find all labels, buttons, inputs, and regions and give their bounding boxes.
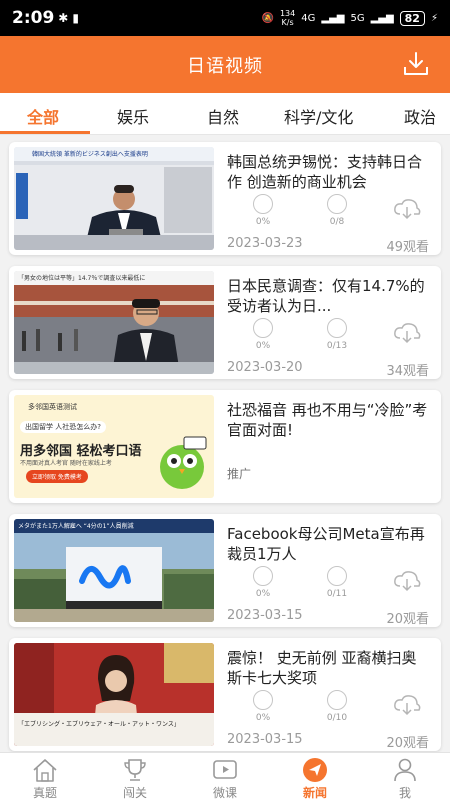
ad-subtext: 不用面对真人考官 随时在家线上考 — [20, 460, 112, 467]
signal-icon: ▂▄▆ — [321, 12, 345, 24]
download-icon[interactable] — [402, 50, 430, 78]
stat-practice: 0/11 — [317, 566, 357, 599]
mic-icon — [327, 690, 347, 710]
owl-mascot-icon — [160, 436, 207, 489]
view-count: 34观看 — [386, 364, 429, 379]
tab-politics[interactable]: 政治 — [404, 104, 436, 128]
ad-question: 出国留学 人社恐怎么办? — [20, 421, 106, 433]
battery-indicator: 82 — [399, 10, 425, 26]
status-right: 🔕 134 K/s 4G ▂▄▆ 5G ▂▄▆ 82 ⚡ — [262, 9, 438, 27]
nav-me[interactable]: 我 — [375, 757, 435, 800]
news-title: 震惊！ 史无前例 亚裔横扫奥斯卡七大奖项 — [227, 649, 417, 687]
tab-entertainment[interactable]: 娱乐 — [117, 104, 149, 128]
bottom-nav: 真题 闯关 微课 新闻 我 — [0, 752, 450, 800]
news-title: 日本民意调查：仅有14.7%的受访者认为日... — [227, 277, 425, 315]
stat-listen: 0% — [243, 690, 283, 723]
stat-practice: 0/10 — [317, 690, 357, 723]
nav-exams[interactable]: 真题 — [15, 757, 75, 800]
news-thumbnail: 韓国大統領 革新的ビジネス創出へ支援表明 — [14, 147, 214, 250]
ad-headline: 用多邻国 轻松考口语 — [20, 444, 142, 459]
news-date: 2023-03-15 — [227, 608, 303, 623]
cloud-download-icon[interactable] — [393, 322, 421, 344]
news-date: 2023-03-20 — [227, 360, 303, 375]
cloud-download-icon[interactable] — [393, 694, 421, 716]
news-icon — [303, 758, 327, 782]
tab-nature[interactable]: 自然 — [207, 104, 239, 128]
tab-all[interactable]: 全部 — [27, 104, 59, 128]
ad-banner: 多邻国英语测试 出国留学 人社恐怎么办? 用多邻国 轻松考口语 不用面对真人考官… — [14, 395, 214, 498]
news-date: 2023-03-23 — [227, 236, 303, 251]
home-icon — [33, 759, 57, 782]
news-thumbnail: 「男女の地位は平等」14.7％で調査以来最低に — [14, 271, 214, 374]
view-count: 20观看 — [386, 612, 429, 627]
news-card[interactable]: 「エブリシング・エブリウェア・オール・アット・ワンス」 震惊！ 史无前例 亚裔横… — [9, 638, 441, 751]
news-thumbnail: メタがまた1万人解雇へ “4分の1”人員削減 — [14, 519, 214, 622]
trophy-icon — [124, 759, 146, 781]
category-tabs: 全部 娱乐 自然 科学/文化 政治 — [0, 93, 450, 135]
mic-icon — [327, 318, 347, 338]
network-5g: 5G — [350, 12, 365, 24]
headphone-icon — [253, 194, 273, 214]
video-play-icon — [213, 760, 237, 779]
thumbnail-caption: 「エブリシング・エブリウェア・オール・アット・ワンス」 — [18, 721, 180, 728]
card-stats: 0% 0/8 — [243, 194, 433, 234]
news-card[interactable]: 韓国大統領 革新的ビジネス創出へ支援表明 韩国总统尹锡悦：支持韩日合作 创造新的… — [9, 142, 441, 255]
nav-news[interactable]: 新闻 — [285, 757, 345, 800]
signal-icon-2: ▂▄▆ — [370, 12, 394, 24]
network-4g: 4G — [301, 12, 316, 24]
view-count: 49观看 — [386, 240, 429, 255]
mic-icon — [327, 566, 347, 586]
card-stats: 0% 0/10 — [243, 690, 433, 730]
news-card[interactable]: メタがまた1万人解雇へ “4分の1”人員削減 Facebook母公司Meta宣布… — [9, 514, 441, 627]
thumbnail-caption: 「男女の地位は平等」14.7％で調査以来最低に — [18, 275, 146, 282]
ad-cta-button[interactable]: 立即领取 免费模考 — [26, 470, 88, 483]
news-card[interactable]: 「男女の地位は平等」14.7％で調査以来最低に 日本民意调查：仅有14.7%的受… — [9, 266, 441, 379]
view-count: 20观看 — [386, 736, 429, 751]
headphone-icon — [253, 318, 273, 338]
tab-science-culture[interactable]: 科学/文化 — [284, 104, 353, 128]
news-thumbnail: 「エブリシング・エブリウェア・オール・アット・ワンス」 — [14, 643, 214, 746]
mute-icon: 🔕 — [261, 12, 274, 24]
cloud-download-icon[interactable] — [393, 198, 421, 220]
news-date: 2023-03-15 — [227, 732, 303, 747]
page-title: 日语视频 — [187, 55, 263, 77]
status-bar: 2:09 ✱ ▮ 🔕 134 K/s 4G ▂▄▆ 5G ▂▄▆ 82 ⚡ — [0, 0, 450, 36]
ad-card[interactable]: 多邻国英语测试 出国留学 人社恐怎么办? 用多邻国 轻松考口语 不用面对真人考官… — [9, 390, 441, 503]
ad-brand: 多邻国英语测试 — [28, 403, 77, 411]
stat-listen: 0% — [243, 318, 283, 351]
bluetooth-icon: ✱ — [58, 11, 69, 25]
news-title: Facebook母公司Meta宣布再裁员1万人 — [227, 525, 425, 563]
stat-practice: 0/13 — [317, 318, 357, 351]
user-icon — [394, 758, 416, 782]
stat-listen: 0% — [243, 194, 283, 227]
sim-icon: ▮ — [72, 11, 79, 25]
stat-practice: 0/8 — [317, 194, 357, 227]
thumbnail-caption: メタがまた1万人解雇へ “4分の1”人員削減 — [18, 523, 134, 530]
cloud-download-icon[interactable] — [393, 570, 421, 592]
card-stats: 0% 0/11 — [243, 566, 433, 606]
headphone-icon — [253, 690, 273, 710]
app-header: 日语视频 — [0, 36, 450, 93]
active-tab-indicator — [0, 131, 90, 134]
card-stats: 0% 0/13 — [243, 318, 433, 358]
charging-icon: ⚡ — [430, 12, 438, 24]
nav-microcourse[interactable]: 微课 — [195, 757, 255, 800]
thumbnail-caption: 韓国大統領 革新的ビジネス創出へ支援表明 — [32, 151, 148, 158]
stat-listen: 0% — [243, 566, 283, 599]
ad-label: 推广 — [227, 467, 252, 481]
network-speed: 134 K/s — [279, 9, 296, 27]
nav-challenge[interactable]: 闯关 — [105, 757, 165, 800]
news-title: 社恐福音 再也不用与“冷脸”考官面对面! — [227, 401, 428, 439]
status-time: 2:09 — [12, 8, 55, 28]
mic-icon — [327, 194, 347, 214]
news-title: 韩国总统尹锡悦：支持韩日合作 创造新的商业机会 — [227, 153, 423, 191]
headphone-icon — [253, 566, 273, 586]
